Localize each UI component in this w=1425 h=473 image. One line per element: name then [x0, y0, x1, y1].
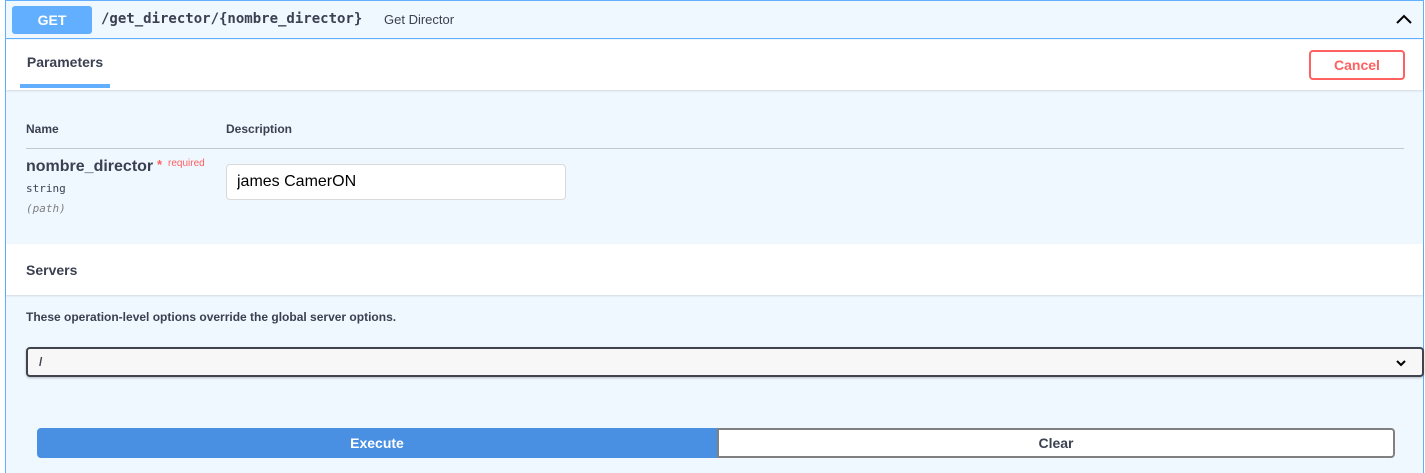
- servers-title: Servers: [26, 262, 78, 278]
- required-label: required: [168, 158, 205, 169]
- parameter-type: string: [26, 182, 66, 195]
- operation-summary[interactable]: GET /get_director/{nombre_director} Get …: [6, 1, 1423, 39]
- operation-path: /get_director/{nombre_director}: [101, 11, 363, 27]
- nombre-director-input[interactable]: [226, 164, 566, 200]
- server-selected-value: /: [39, 355, 43, 369]
- cancel-button[interactable]: Cancel: [1309, 50, 1405, 80]
- operation-block: GET /get_director/{nombre_director} Get …: [5, 0, 1424, 473]
- method-badge: GET: [12, 6, 92, 34]
- column-header-name: Name: [26, 122, 59, 136]
- chevron-down-icon: [1396, 360, 1406, 367]
- parameter-location: (path): [26, 202, 66, 215]
- tab-parameters[interactable]: Parameters: [20, 40, 110, 88]
- column-header-description: Description: [226, 122, 293, 136]
- servers-header: Servers: [6, 244, 1423, 295]
- parameter-name: nombre_director: [26, 158, 154, 175]
- required-star: *: [157, 157, 163, 172]
- clear-button[interactable]: Clear: [717, 428, 1395, 458]
- server-select[interactable]: /: [26, 347, 1424, 377]
- servers-note: These operation-level options override t…: [26, 310, 397, 324]
- execute-button[interactable]: Execute: [37, 428, 717, 458]
- chevron-up-icon[interactable]: [1394, 9, 1414, 29]
- parameters-divider: [26, 148, 1404, 149]
- operation-description: Get Director: [384, 12, 455, 27]
- parameters-header: Parameters Cancel: [6, 40, 1423, 90]
